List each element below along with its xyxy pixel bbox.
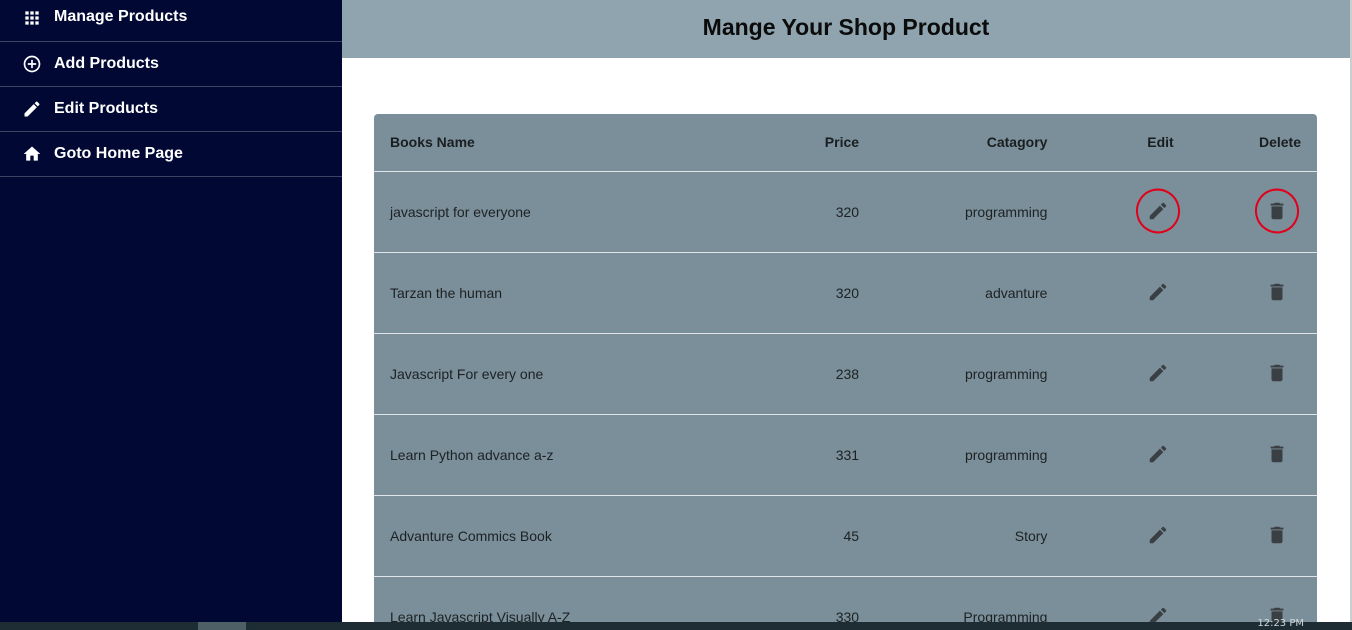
edit-button[interactable] <box>1146 280 1170 304</box>
book-name-cell: Tarzan the human <box>390 284 503 301</box>
sidebar-item-edit-products[interactable]: Edit Products <box>0 87 342 132</box>
taskbar-app-button[interactable] <box>198 622 246 630</box>
edit-button[interactable] <box>1146 361 1170 385</box>
trash-icon <box>1270 445 1284 462</box>
column-header-books-name: Books Name <box>390 134 475 151</box>
pencil-icon <box>1149 445 1166 462</box>
book-name-cell: javascript for everyone <box>390 203 531 220</box>
trash-icon <box>1270 364 1284 381</box>
column-header-delete: Delete <box>1258 134 1301 151</box>
taskbar-clock: 12:23 PM <box>1257 618 1304 629</box>
os-taskbar: 12:23 PM <box>0 618 1352 630</box>
page-title: Mange Your Shop Product <box>702 13 990 40</box>
sidebar-item-label: Add Products <box>54 55 159 72</box>
table-header-row: Books Name Price Catagory Edit Delete <box>374 114 1317 171</box>
category-cell: programming <box>964 365 1048 382</box>
page-header: Mange Your Shop Product <box>342 0 1350 58</box>
price-cell: 238 <box>835 365 860 382</box>
delete-button[interactable] <box>1265 523 1289 547</box>
table-row: Learn Python advance a-z 331 programming <box>374 414 1317 495</box>
price-cell: 331 <box>835 446 860 463</box>
pencil-icon <box>1149 202 1166 219</box>
edit-cell <box>1063 252 1189 333</box>
price-cell: 320 <box>835 203 860 220</box>
delete-button[interactable] <box>1265 199 1289 223</box>
delete-button[interactable] <box>1265 442 1289 466</box>
sidebar-item-goto-home[interactable]: Goto Home Page <box>0 132 342 177</box>
sidebar-item-manage-products[interactable]: Manage Products <box>0 0 342 42</box>
home-icon <box>22 144 42 164</box>
table-row: Tarzan the human 320 advanture <box>374 252 1317 333</box>
price-cell: 45 <box>843 527 860 544</box>
column-header-edit: Edit <box>1147 134 1174 151</box>
trash-icon <box>1270 526 1284 543</box>
table-row: Advanture Commics Book 45 Story <box>374 495 1317 576</box>
delete-cell <box>1190 252 1317 333</box>
edit-cell <box>1063 171 1189 252</box>
delete-button[interactable] <box>1265 361 1289 385</box>
column-header-price: Price <box>824 134 860 151</box>
price-cell: 320 <box>835 284 860 301</box>
book-name-cell: Learn Python advance a-z <box>390 446 554 463</box>
products-table: Books Name Price Catagory Edit Delete ja… <box>374 114 1317 630</box>
trash-icon <box>1270 202 1284 219</box>
delete-cell <box>1190 333 1317 414</box>
edit-cell <box>1063 495 1189 576</box>
delete-cell <box>1190 414 1317 495</box>
trash-icon <box>1270 283 1284 300</box>
sidebar-item-add-products[interactable]: Add Products <box>0 42 342 87</box>
pencil-icon <box>1149 364 1166 381</box>
category-cell: programming <box>964 446 1048 463</box>
delete-cell <box>1190 171 1317 252</box>
delete-button[interactable] <box>1265 280 1289 304</box>
add-circle-icon <box>22 54 42 74</box>
main-content: Mange Your Shop Product Books Name Price… <box>342 0 1350 630</box>
sidebar-item-label: Goto Home Page <box>54 145 183 162</box>
category-cell: Story <box>1014 527 1048 544</box>
pencil-icon <box>22 99 42 119</box>
products-table-container: Books Name Price Catagory Edit Delete ja… <box>374 114 1317 630</box>
edit-button[interactable] <box>1146 442 1170 466</box>
book-name-cell: Advanture Commics Book <box>390 527 552 544</box>
book-name-cell: Javascript For every one <box>390 365 544 382</box>
pencil-icon <box>1149 526 1166 543</box>
category-cell: advanture <box>985 284 1048 301</box>
app-window: Manage Products Add Products Edit Produc… <box>0 0 1352 630</box>
edit-cell <box>1063 414 1189 495</box>
table-row: Javascript For every one 238 programming <box>374 333 1317 414</box>
edit-button[interactable] <box>1146 199 1170 223</box>
sidebar-item-label: Edit Products <box>54 100 159 117</box>
table-row: javascript for everyone 320 programming <box>374 171 1317 252</box>
grid-icon <box>22 8 42 28</box>
edit-cell <box>1063 333 1189 414</box>
delete-cell <box>1190 495 1317 576</box>
edit-button[interactable] <box>1146 523 1170 547</box>
sidebar: Manage Products Add Products Edit Produc… <box>0 0 342 622</box>
pencil-icon <box>1149 283 1166 300</box>
category-cell: programming <box>964 203 1048 220</box>
sidebar-item-label: Manage Products <box>54 8 188 25</box>
column-header-category: Catagory <box>986 134 1048 151</box>
